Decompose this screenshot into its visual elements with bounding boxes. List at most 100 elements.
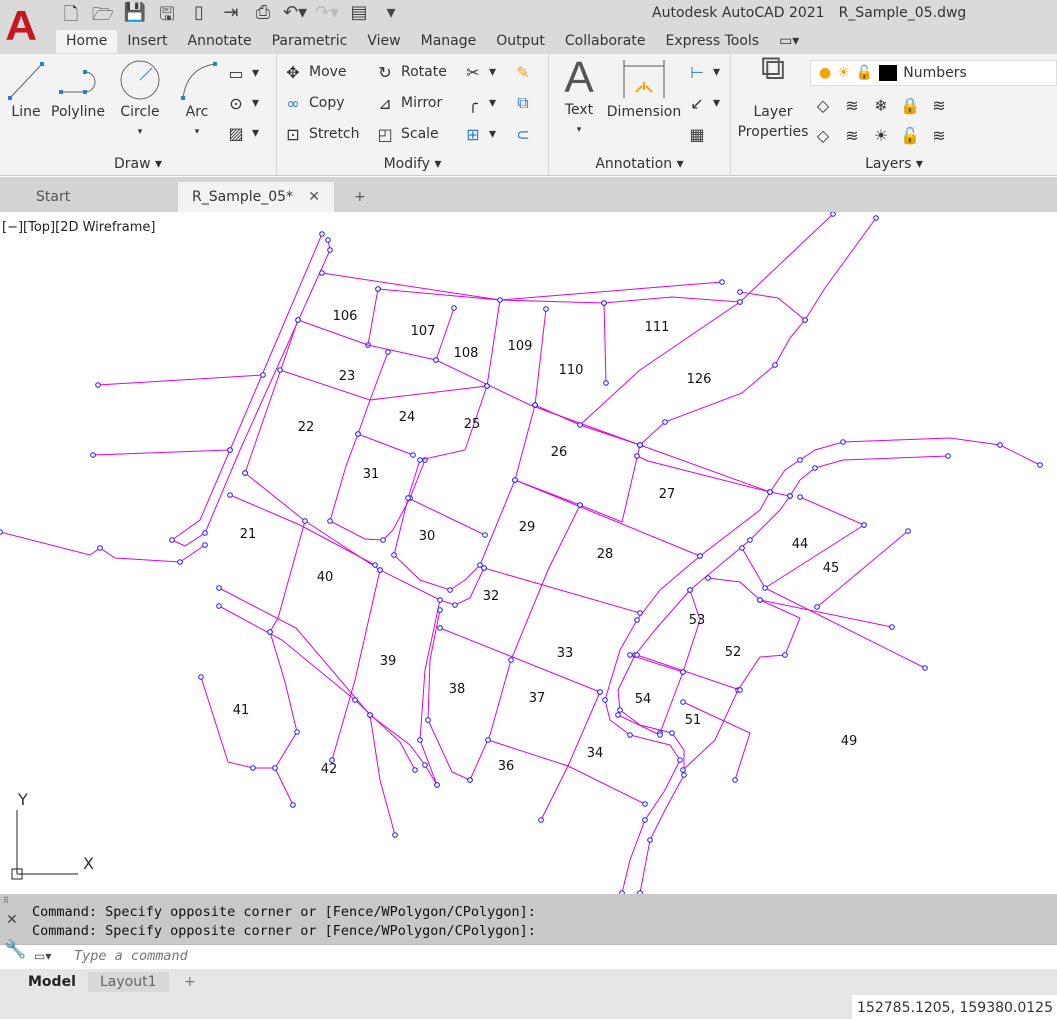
open-icon[interactable]: 🗁	[90, 2, 116, 32]
parcel-number-label[interactable]: 54	[635, 692, 652, 707]
tab-model[interactable]: Model	[16, 972, 88, 992]
parcel-number-label[interactable]: 31	[363, 467, 380, 482]
tab-layout1[interactable]: Layout1	[88, 972, 169, 992]
arc-button[interactable]: Arc ▾	[172, 58, 222, 142]
array-button[interactable]: ⊞ ▾	[463, 123, 496, 145]
close-tab-icon[interactable]: ✕	[308, 189, 320, 205]
parcel-boundary-line[interactable]	[682, 577, 801, 771]
parcel-number-label[interactable]: 51	[685, 713, 702, 728]
parcel-number-label[interactable]: 33	[557, 646, 574, 661]
tab-start[interactable]: Start	[22, 182, 178, 212]
parcel-boundary-line[interactable]	[636, 654, 741, 691]
parcel-boundary-line[interactable]	[218, 605, 416, 771]
linear-dimension-button[interactable]: ⊢ ▾	[687, 61, 720, 83]
tab-insert[interactable]: Insert	[117, 30, 177, 53]
layers-panel-title[interactable]: Layers ▾	[731, 156, 1057, 172]
redo-icon[interactable]: ↷▾	[314, 2, 340, 32]
new-tab-button[interactable]: +	[340, 182, 380, 212]
parcel-boundary-line[interactable]	[579, 213, 834, 426]
parcel-number-label[interactable]: 53	[689, 613, 706, 628]
parcel-number-label[interactable]: 26	[551, 445, 568, 460]
layer-previous-icon[interactable]: ≋	[842, 126, 862, 145]
circle-button[interactable]: Circle ▾	[112, 58, 168, 142]
dimension-button[interactable]: Dimension	[605, 58, 683, 122]
parcel-number-label[interactable]: 27	[659, 487, 676, 502]
layer-unlock-icon[interactable]: 🔓	[900, 126, 920, 145]
workspace-icon[interactable]: ▤	[346, 2, 372, 32]
parcel-number-label[interactable]: 107	[411, 324, 436, 339]
parcel-boundary-line[interactable]	[629, 654, 684, 673]
parcel-number-label[interactable]: 108	[454, 346, 479, 361]
viewport-controls[interactable]: [−][Top][2D Wireframe]	[2, 220, 155, 235]
stretch-button[interactable]: ⊡ Stretch	[283, 123, 359, 145]
parcel-boundary-line[interactable]	[604, 491, 771, 894]
parcel-boundary-line[interactable]	[617, 714, 661, 736]
parcel-boundary-line[interactable]	[739, 291, 806, 321]
tab-parametric[interactable]: Parametric	[262, 30, 358, 53]
polyline-button[interactable]: Polyline	[50, 58, 106, 122]
parcel-boundary-line[interactable]	[218, 587, 438, 786]
tab-annotate[interactable]: Annotate	[178, 30, 262, 53]
layer-on-icon[interactable]: ◇	[813, 126, 833, 145]
parcel-number-label[interactable]: 37	[529, 691, 546, 706]
move-button[interactable]: ✥ Move	[283, 61, 346, 83]
parcel-number-label[interactable]: 110	[559, 363, 584, 378]
parcel-boundary-line[interactable]	[369, 714, 396, 836]
parcel-number-label[interactable]: 41	[233, 703, 250, 718]
offset-button[interactable]: ⊂	[513, 123, 533, 145]
explode-button[interactable]: ⧉	[513, 92, 533, 114]
trim-button[interactable]: ✂ ▾	[463, 61, 496, 83]
parcel-boundary-line[interactable]	[357, 433, 414, 456]
parcel-boundary-line[interactable]	[789, 455, 949, 497]
drawing-canvas[interactable]: 106 107 108 109 110 111 126 23 24 25 22 26 31 27 21 30 2…	[0, 212, 1057, 894]
tab-r-sample-05[interactable]: R_Sample_05* ✕	[178, 182, 334, 212]
undo-icon[interactable]: ↶▾	[282, 2, 308, 32]
parcel-boundary-line[interactable]	[274, 767, 294, 806]
parcel-number-label[interactable]: 45	[823, 561, 840, 576]
tab-express-tools[interactable]: Express Tools	[655, 30, 769, 53]
erase-button[interactable]: ✎	[513, 61, 533, 83]
command-prompt-icon[interactable]: ▭▾	[34, 949, 51, 963]
parcel-number-label[interactable]: 34	[587, 746, 604, 761]
parcel-number-label[interactable]: 22	[298, 420, 315, 435]
parcel-boundary-line[interactable]	[486, 299, 501, 387]
parcel-number-label[interactable]: 25	[464, 417, 481, 432]
parcel-boundary-line[interactable]	[764, 524, 865, 589]
new-icon[interactable]: 🗋	[58, 2, 84, 32]
parcel-boundary-line[interactable]	[92, 449, 231, 456]
parcel-number-label[interactable]: 42	[321, 762, 338, 777]
tab-home[interactable]: Home	[56, 30, 118, 53]
copy-button[interactable]: ∞ Copy	[283, 92, 344, 114]
parcel-number-label[interactable]: 36	[498, 759, 515, 774]
hatch-button[interactable]: ▨ ▾	[226, 122, 259, 144]
parcel-boundary-line[interactable]	[171, 233, 331, 547]
parcel-boundary-line[interactable]	[419, 599, 441, 786]
parcel-number-label[interactable]: 39	[380, 654, 397, 669]
parcel-boundary-line[interactable]	[483, 567, 641, 614]
open-web-icon[interactable]: ▯	[186, 2, 212, 32]
parcel-number-label[interactable]: 29	[519, 520, 536, 535]
parcel-boundary-line[interactable]	[799, 496, 865, 526]
parcel-number-label[interactable]: 111	[645, 320, 670, 335]
save-as-icon[interactable]: 🖫	[154, 2, 180, 32]
parcel-number-label[interactable]: 23	[339, 369, 356, 384]
parcel-number-label[interactable]: 38	[449, 682, 466, 697]
ellipse-button[interactable]: ⊙ ▾	[226, 92, 259, 114]
parcel-boundary-line[interactable]	[534, 308, 547, 406]
parcel-boundary-line[interactable]	[377, 288, 741, 304]
layer-thaw-icon[interactable]: ☀	[871, 126, 891, 145]
rotate-button[interactable]: ↻ Rotate	[375, 61, 447, 83]
parcel-boundary-line[interactable]	[97, 374, 264, 386]
drawing-viewport[interactable]: 106 107 108 109 110 111 126 23 24 25 22 26 31 27 21 30 2…	[0, 212, 1057, 894]
close-command-icon[interactable]: ✕	[6, 912, 18, 928]
mirror-button[interactable]: ⊿ Mirror	[375, 92, 442, 114]
parcel-boundary-line[interactable]	[279, 369, 488, 401]
text-button[interactable]: A Text ▾	[557, 56, 601, 140]
layer-properties-button[interactable]: ⧉ Layer Properties	[735, 51, 811, 142]
draw-panel-title[interactable]: Draw ▾	[0, 156, 276, 172]
annotation-panel-title[interactable]: Annotation ▾	[549, 156, 730, 172]
parcel-boundary-line[interactable]	[200, 631, 298, 769]
customize-wrench-icon[interactable]: 🔧	[4, 939, 26, 960]
parcel-number-label[interactable]: 126	[687, 372, 712, 387]
tab-output[interactable]: Output	[486, 30, 555, 53]
